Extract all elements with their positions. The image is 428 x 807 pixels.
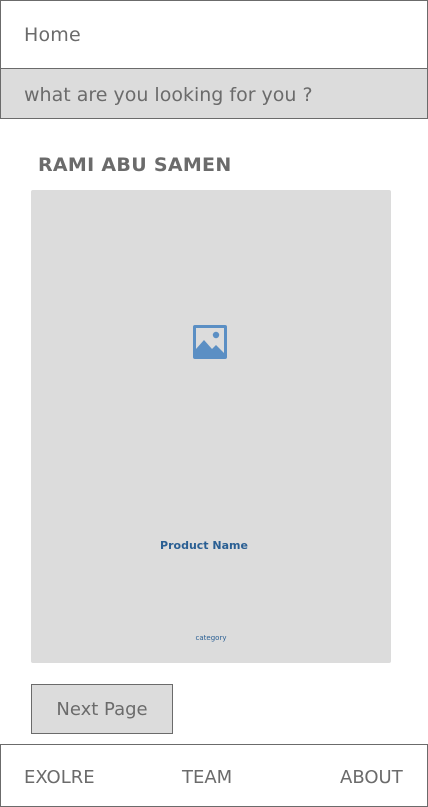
nav-item-explore[interactable]: EXOLRE <box>24 767 95 788</box>
nav-item-team[interactable]: TEAM <box>182 767 232 788</box>
profile-name: RAMI ABU SAMEN <box>38 154 232 176</box>
search-bar[interactable]: what are you looking for you ? <box>0 68 428 119</box>
image-placeholder-icon <box>193 325 227 359</box>
page-title: Home <box>24 24 81 46</box>
bottom-nav: EXOLRE TEAM ABOUT <box>0 744 428 807</box>
nav-item-about[interactable]: ABOUT <box>340 767 403 788</box>
product-name: Product Name <box>160 539 248 552</box>
product-card[interactable]: Product Name category <box>31 190 391 663</box>
top-header: Home <box>0 0 428 69</box>
product-category: category <box>195 634 227 642</box>
search-input[interactable]: what are you looking for you ? <box>24 84 313 106</box>
next-page-button[interactable]: Next Page <box>31 684 173 734</box>
